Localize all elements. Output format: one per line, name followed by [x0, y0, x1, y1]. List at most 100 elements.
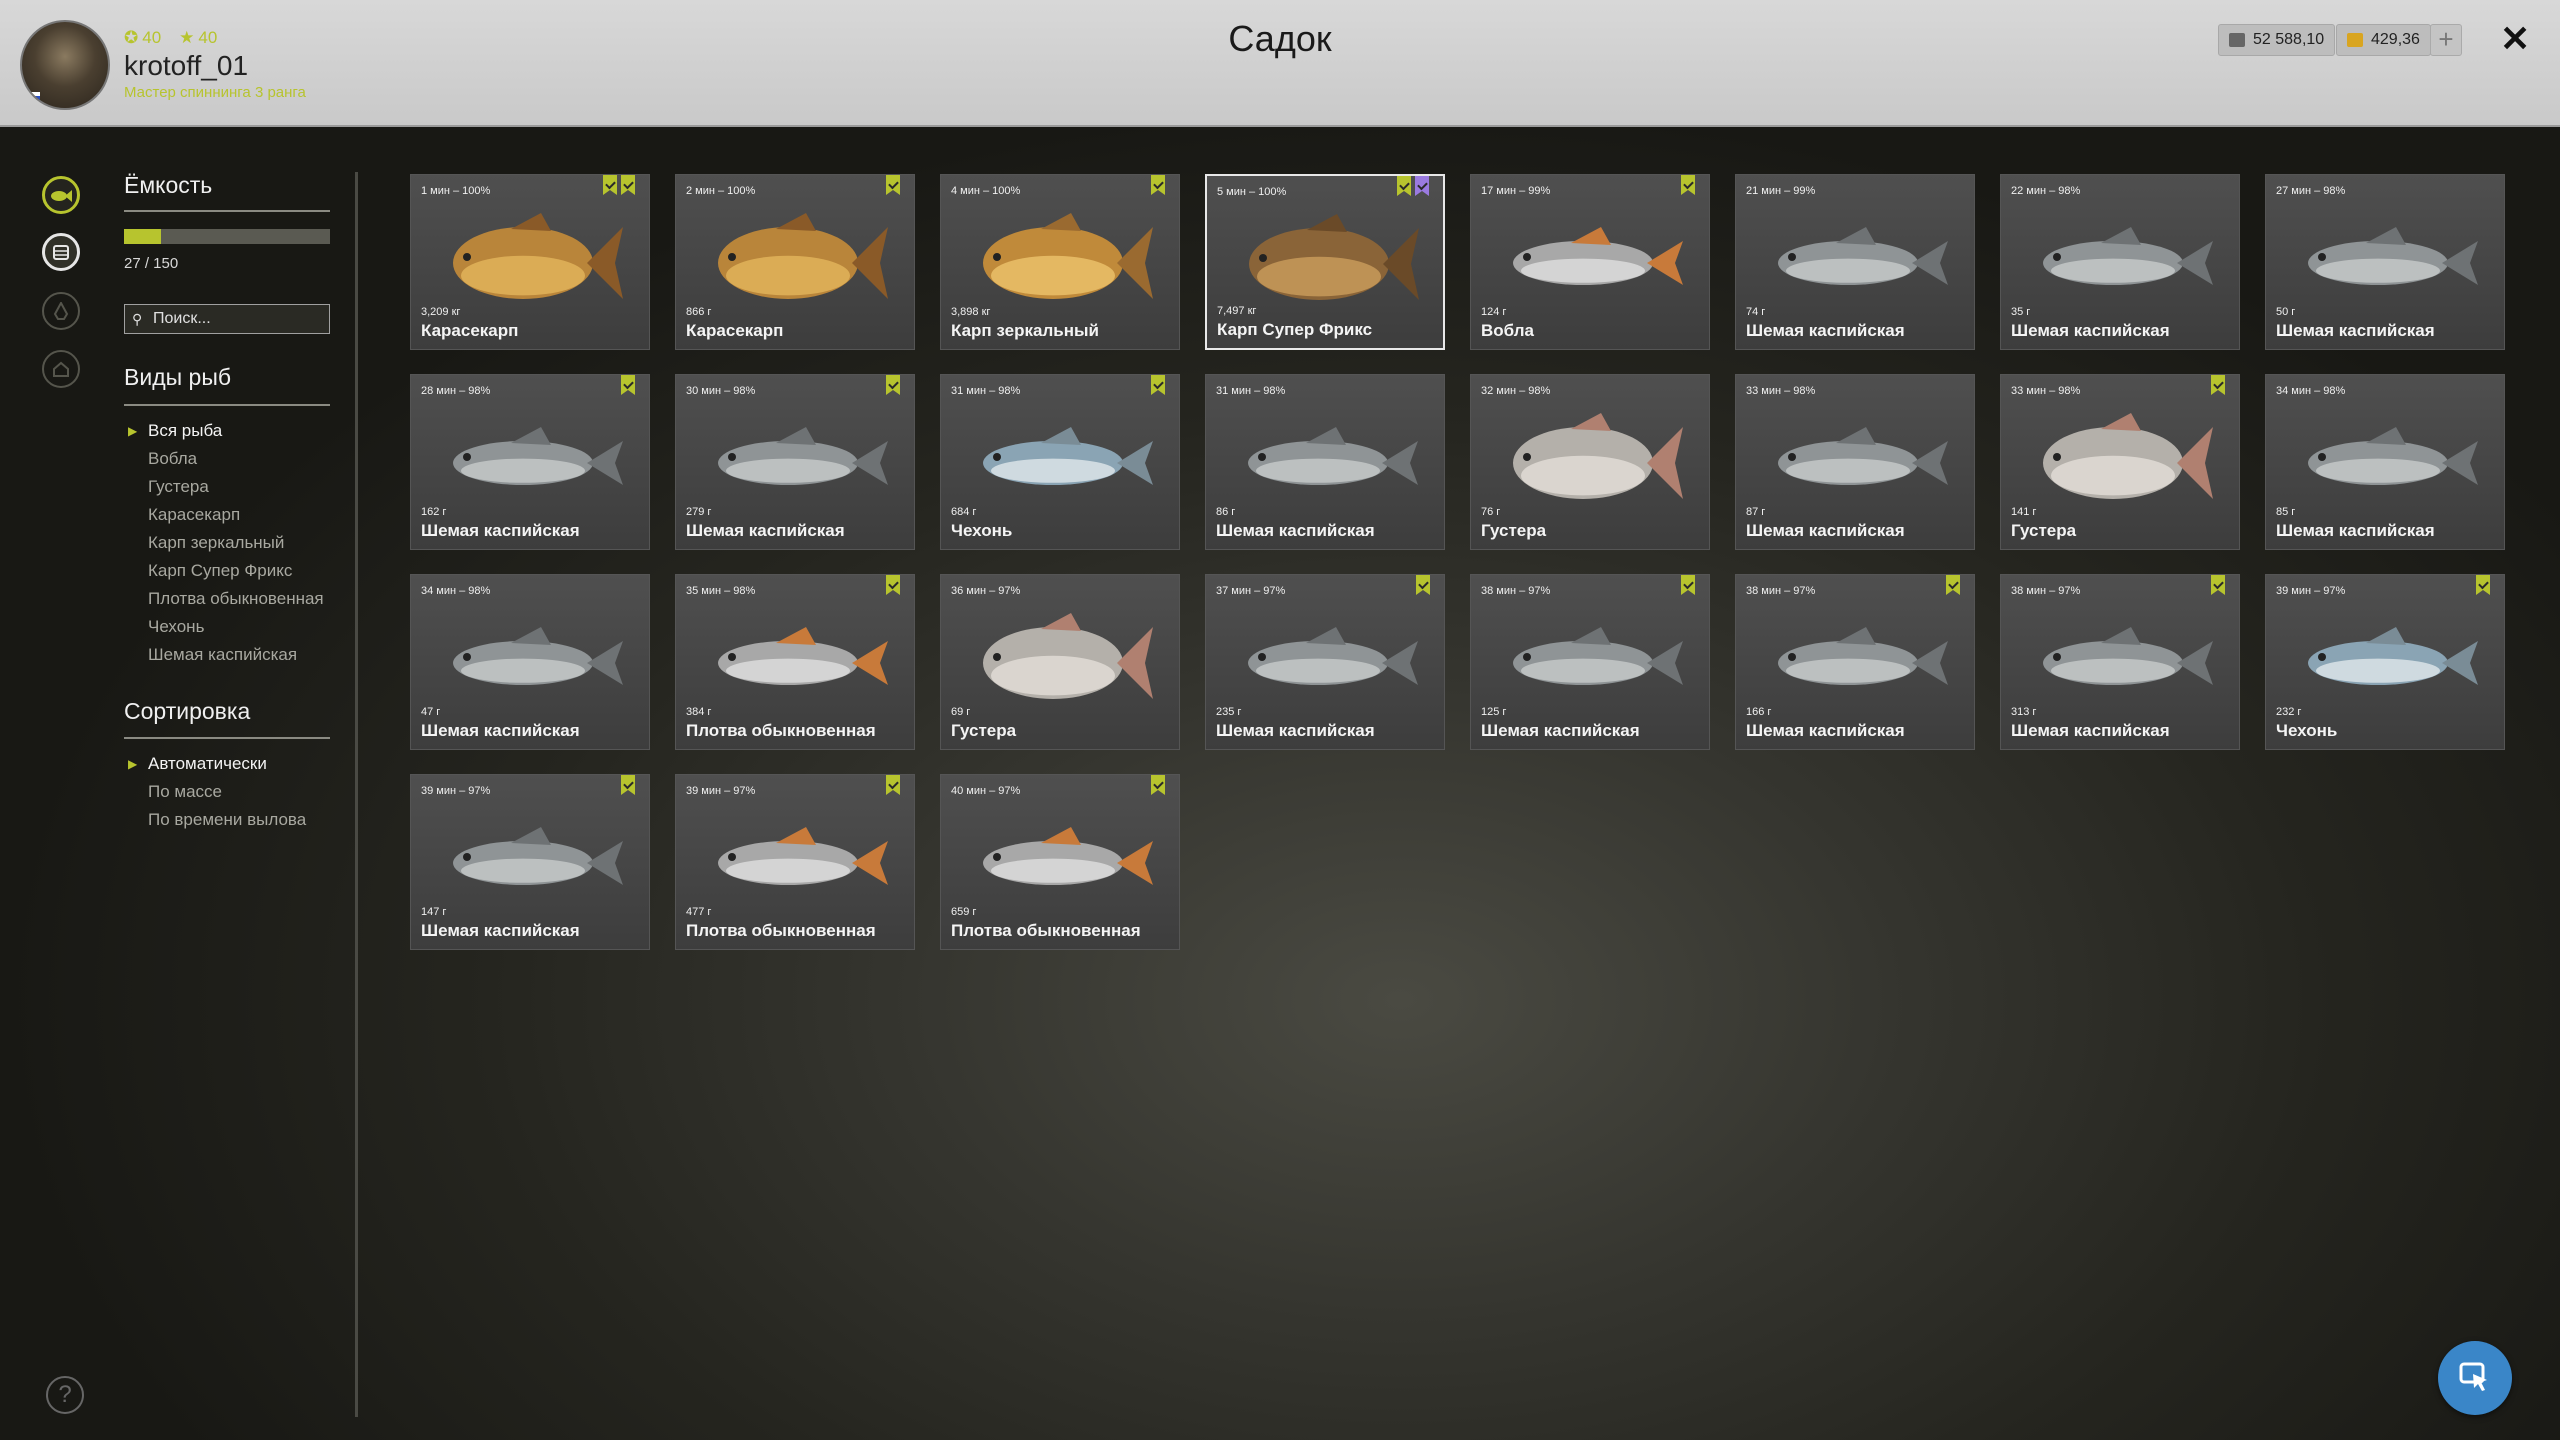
- gold-coin-icon: [2347, 33, 2363, 47]
- bookmark-badge-icon: [621, 775, 635, 795]
- fish-weight: 384 г: [686, 706, 712, 718]
- fish-card[interactable]: 36 мин – 97% 69 г Густера: [940, 574, 1180, 750]
- fish-icon[interactable]: [42, 176, 80, 214]
- species-filter-item[interactable]: Чехонь: [148, 613, 324, 641]
- fish-weight: 684 г: [951, 506, 977, 518]
- badges: [621, 775, 635, 795]
- fish-name: Карп зеркальный: [951, 321, 1099, 340]
- fish-image: [2043, 227, 2213, 285]
- fish-weight: 3,898 кг: [951, 306, 991, 318]
- silver-balance: 52 588,10: [2218, 24, 2336, 56]
- bookmark-badge-icon: [886, 375, 900, 395]
- catch-time: 27 мин – 98%: [2276, 185, 2346, 197]
- species-filter-item[interactable]: Карп Супер Фрикс: [148, 557, 324, 585]
- fish-name: Вобла: [1481, 321, 1534, 340]
- fish-weight: 141 г: [2011, 506, 2037, 518]
- fish-name: Плотва обыкновенная: [951, 921, 1141, 940]
- fish-weight: 7,497 кг: [1217, 305, 1257, 317]
- sort-title: Сортировка: [124, 698, 251, 724]
- fish-weight: 35 г: [2011, 306, 2031, 318]
- keepnet-icon[interactable]: [42, 233, 80, 271]
- fish-card[interactable]: 33 мин – 98% 141 г Густера: [2000, 374, 2240, 550]
- top-bar: ✪ 40 ★ 40 krotoff_01 Мастер спиннинга 3 ра…: [0, 0, 2560, 127]
- fish-name: Густера: [1481, 521, 1547, 540]
- sort-options-list: АвтоматическиПо массеПо времени вылова: [128, 750, 306, 834]
- fish-card[interactable]: 37 мин – 97% 235 г Шемая каспийская: [1205, 574, 1445, 750]
- fire-icon[interactable]: [42, 292, 80, 330]
- catch-time: 4 мин – 100%: [951, 185, 1021, 197]
- trophy-badge-icon: [1415, 176, 1429, 196]
- fish-image: [2308, 627, 2478, 685]
- species-filter-item[interactable]: Карп зеркальный: [148, 529, 324, 557]
- catch-time: 40 мин – 97%: [951, 785, 1021, 797]
- fish-name: Карасекарп: [686, 321, 784, 340]
- fish-name: Шемая каспийская: [686, 521, 845, 540]
- fish-card[interactable]: 4 мин – 100% 3,898 кг Карп зеркальный: [940, 174, 1180, 350]
- fish-weight: 235 г: [1216, 706, 1242, 718]
- catch-time: 38 мин – 97%: [1481, 585, 1551, 597]
- sort-option-item[interactable]: По времени вылова: [148, 806, 306, 834]
- fish-image: [453, 627, 623, 685]
- bookmark-badge-icon: [1151, 175, 1165, 195]
- player-rank: Мастер спиннинга 3 ранга: [124, 84, 306, 101]
- fish-card[interactable]: 34 мин – 98% 85 г Шемая каспийская: [2265, 374, 2505, 550]
- fish-card[interactable]: 38 мин – 97% 313 г Шемая каспийская: [2000, 574, 2240, 750]
- fish-card[interactable]: 39 мин – 97% 232 г Чехонь: [2265, 574, 2505, 750]
- page-title: Садок: [1228, 18, 1332, 59]
- fish-card[interactable]: 22 мин – 98% 35 г Шемая каспийская: [2000, 174, 2240, 350]
- home-icon[interactable]: [42, 350, 80, 388]
- fish-card[interactable]: 33 мин – 98% 87 г Шемая каспийская: [1735, 374, 1975, 550]
- species-filter-item[interactable]: Карасекарп: [148, 501, 324, 529]
- close-button[interactable]: ✕: [2500, 18, 2530, 60]
- species-filter-item[interactable]: Густера: [148, 473, 324, 501]
- sort-option-item[interactable]: Автоматически: [128, 750, 306, 778]
- species-filter-item[interactable]: Плотва обыкновенная: [148, 585, 324, 613]
- catch-time: 37 мин – 97%: [1216, 585, 1286, 597]
- capacity-text: 27 / 150: [124, 255, 179, 272]
- species-filter-item[interactable]: Шемая каспийская: [148, 641, 324, 669]
- species-filter-item[interactable]: Вобла: [148, 445, 324, 473]
- fish-card[interactable]: 31 мин – 98% 684 г Чехонь: [940, 374, 1180, 550]
- species-title: Виды рыб: [124, 364, 232, 390]
- search-input[interactable]: ⚲ Поиск...: [124, 304, 330, 334]
- fish-card[interactable]: 27 мин – 98% 50 г Шемая каспийская: [2265, 174, 2505, 350]
- fish-card[interactable]: 32 мин – 98% 76 г Густера: [1470, 374, 1710, 550]
- bookmark-badge-icon: [886, 575, 900, 595]
- fish-card[interactable]: 38 мин – 97% 125 г Шемая каспийская: [1470, 574, 1710, 750]
- fish-card[interactable]: 2 мин – 100% 866 г Карасекарп: [675, 174, 915, 350]
- fish-card[interactable]: 35 мин – 98% 384 г Плотва обыкновенная: [675, 574, 915, 750]
- fish-weight: 866 г: [686, 306, 712, 318]
- cursor-mode-button[interactable]: [2438, 1341, 2512, 1415]
- fish-card[interactable]: 39 мин – 97% 477 г Плотва обыкновенная: [675, 774, 915, 950]
- fish-image: [1778, 227, 1948, 285]
- fish-card[interactable]: 31 мин – 98% 86 г Шемая каспийская: [1205, 374, 1445, 550]
- fish-image: [1513, 413, 1683, 499]
- fish-card[interactable]: 39 мин – 97% 147 г Шемая каспийская: [410, 774, 650, 950]
- badges: [2476, 575, 2490, 595]
- fish-grid: 1 мин – 100% 3,209 кг Карасекарп 2 мин –…: [410, 174, 2505, 950]
- fish-card[interactable]: 17 мин – 99% 124 г Вобла: [1470, 174, 1710, 350]
- capacity-title: Ёмкость: [124, 172, 213, 198]
- fish-weight: 125 г: [1481, 706, 1507, 718]
- fish-card[interactable]: 40 мин – 97% 659 г Плотва обыкновенная: [940, 774, 1180, 950]
- fish-card[interactable]: 5 мин – 100% 7,497 кг Карп Супер Фрикс: [1205, 174, 1445, 350]
- fish-card[interactable]: 38 мин – 97% 166 г Шемая каспийская: [1735, 574, 1975, 750]
- fish-card[interactable]: 1 мин – 100% 3,209 кг Карасекарп: [410, 174, 650, 350]
- fish-card[interactable]: 30 мин – 98% 279 г Шемая каспийская: [675, 374, 915, 550]
- species-filter-item[interactable]: Вся рыба: [128, 417, 324, 445]
- bookmark-badge-icon: [1151, 775, 1165, 795]
- catch-time: 30 мин – 98%: [686, 385, 756, 397]
- fish-card[interactable]: 28 мин – 98% 162 г Шемая каспийская: [410, 374, 650, 550]
- sort-option-item[interactable]: По массе: [148, 778, 306, 806]
- fish-image: [983, 427, 1153, 485]
- fish-card[interactable]: 21 мин – 99% 74 г Шемая каспийская: [1735, 174, 1975, 350]
- fish-card[interactable]: 34 мин – 98% 47 г Шемая каспийская: [410, 574, 650, 750]
- search-icon: ⚲: [132, 311, 143, 327]
- catch-time: 21 мин – 99%: [1746, 185, 1816, 197]
- fish-weight: 3,209 кг: [421, 306, 461, 318]
- badges: [1151, 175, 1165, 195]
- add-currency-button[interactable]: +: [2430, 24, 2462, 56]
- bookmark-badge-icon: [1946, 575, 1960, 595]
- help-icon[interactable]: ?: [46, 1376, 84, 1414]
- fish-image: [983, 613, 1153, 699]
